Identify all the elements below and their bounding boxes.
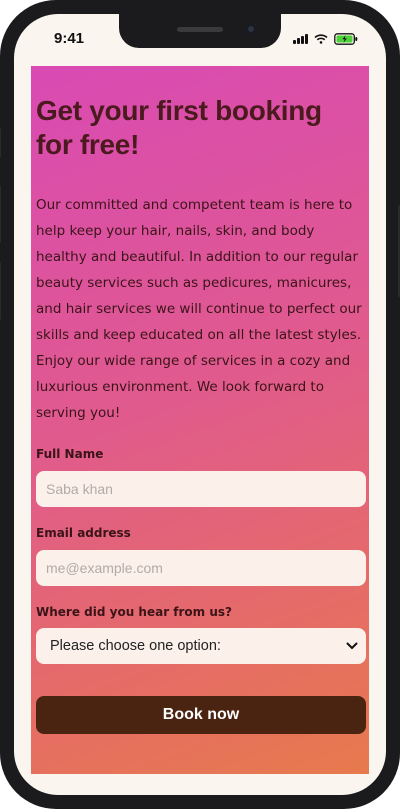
page-title: Get your first booking for free! [36, 95, 322, 160]
signal-icon [293, 34, 308, 44]
phone-frame: 9:41 Get your first booking for free! Ou… [0, 0, 400, 809]
source-label: Where did you hear from us? [36, 605, 232, 619]
battery-icon [334, 33, 358, 45]
notch [119, 14, 281, 48]
wifi-icon [314, 34, 328, 44]
chevron-down-icon [346, 642, 358, 650]
full-name-label: Full Name [36, 447, 104, 461]
status-icons [293, 33, 358, 45]
side-button-volume-up [0, 185, 1, 243]
phone-screen: 9:41 Get your first booking for free! Ou… [14, 14, 386, 795]
booking-section: Get your first booking for free! Our com… [31, 66, 369, 774]
full-name-input[interactable]: Saba khan [36, 471, 366, 507]
speaker-grille [177, 27, 223, 32]
full-name-placeholder: Saba khan [46, 481, 113, 497]
email-placeholder: me@example.com [46, 560, 163, 576]
camera-icon [246, 24, 256, 34]
status-time: 9:41 [54, 30, 85, 47]
source-selected-value: Please choose one option: [50, 638, 221, 654]
side-button-mute [0, 128, 1, 158]
side-button-volume-down [0, 262, 1, 320]
intro-paragraph: Our committed and competent team is here… [36, 197, 362, 421]
email-label: Email address [36, 526, 131, 540]
email-input[interactable]: me@example.com [36, 550, 366, 586]
book-now-button[interactable]: Book now [36, 696, 366, 734]
source-select[interactable]: Please choose one option: [36, 628, 366, 664]
